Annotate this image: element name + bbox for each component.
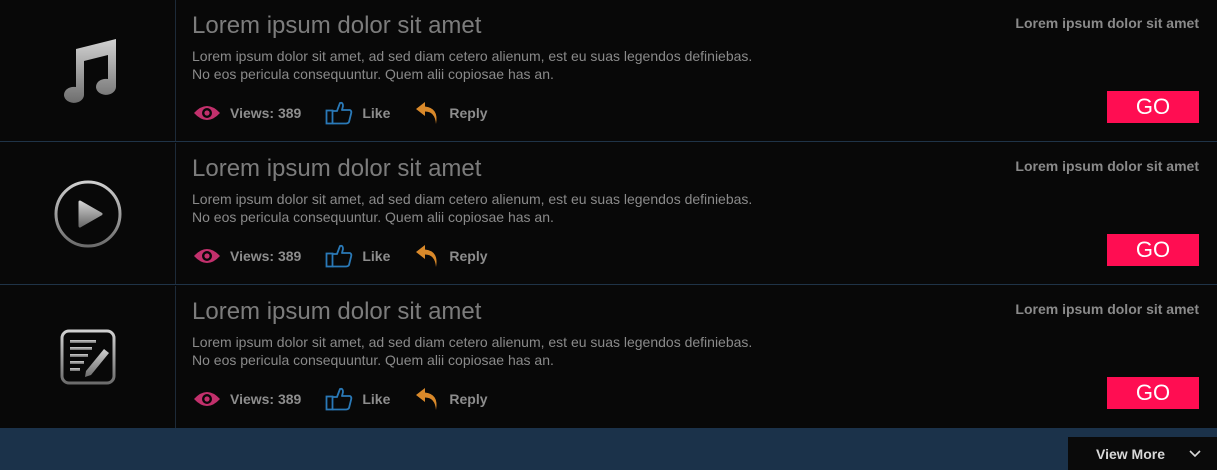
item-meta: Lorem ipsum dolor sit amet — [1015, 158, 1199, 174]
go-button[interactable]: GO — [1107, 377, 1199, 409]
item-actions: Views: 389 Like Reply — [193, 243, 512, 269]
description-line: No eos pericula consequuntur. Quem alii … — [192, 66, 554, 82]
play-circle-icon — [54, 180, 121, 247]
views-counter: Views: 389 — [193, 104, 301, 122]
list-item: Lorem ipsum dolor sit amet Lorem ipsum d… — [0, 0, 1217, 142]
view-more-button[interactable]: View More — [1068, 437, 1217, 470]
item-actions: Views: 389 Like Reply — [193, 100, 512, 126]
reply-icon — [416, 245, 437, 267]
description-line: Lorem ipsum dolor sit amet, ad sed diam … — [192, 48, 753, 64]
item-thumbnail[interactable] — [0, 0, 176, 141]
chevron-down-icon — [1189, 450, 1201, 458]
reply-button[interactable]: Reply — [414, 243, 488, 269]
views-counter: Views: 389 — [193, 247, 301, 265]
item-description: Lorem ipsum dolor sit amet, ad sed diam … — [192, 47, 892, 83]
edit-note-icon — [60, 329, 115, 385]
reply-button[interactable]: Reply — [414, 100, 488, 126]
views-label: Views: 389 — [230, 105, 302, 121]
reply-label: Reply — [449, 248, 488, 264]
thumbs-up-icon — [325, 387, 353, 411]
reply-icon — [416, 102, 437, 124]
eye-icon — [194, 106, 220, 120]
item-title[interactable]: Lorem ipsum dolor sit amet — [192, 298, 481, 326]
list-item: Lorem ipsum dolor sit amet Lorem ipsum d… — [0, 143, 1217, 285]
item-description: Lorem ipsum dolor sit amet, ad sed diam … — [192, 333, 892, 369]
feed-list: Lorem ipsum dolor sit amet Lorem ipsum d… — [0, 0, 1217, 428]
like-label: Like — [362, 248, 391, 264]
views-counter: Views: 389 — [193, 390, 301, 408]
like-button[interactable]: Like — [325, 101, 390, 125]
like-label: Like — [362, 105, 391, 121]
item-title[interactable]: Lorem ipsum dolor sit amet — [192, 155, 481, 183]
item-thumbnail[interactable] — [0, 143, 176, 284]
item-thumbnail[interactable] — [0, 286, 176, 428]
reply-icon — [416, 388, 437, 410]
reply-label: Reply — [449, 391, 488, 407]
item-meta: Lorem ipsum dolor sit amet — [1015, 15, 1199, 31]
list-item: Lorem ipsum dolor sit amet Lorem ipsum d… — [0, 286, 1217, 428]
item-actions: Views: 389 Like Reply — [193, 386, 512, 412]
views-label: Views: 389 — [230, 248, 302, 264]
description-line: Lorem ipsum dolor sit amet, ad sed diam … — [192, 191, 753, 207]
like-button[interactable]: Like — [325, 387, 390, 411]
reply-button[interactable]: Reply — [414, 386, 488, 412]
go-button[interactable]: GO — [1107, 234, 1199, 266]
item-description: Lorem ipsum dolor sit amet, ad sed diam … — [192, 190, 892, 226]
thumbs-up-icon — [325, 244, 353, 268]
view-more-label: View More — [1096, 445, 1165, 462]
like-label: Like — [362, 391, 391, 407]
thumbs-up-icon — [325, 101, 353, 125]
eye-icon — [194, 249, 220, 263]
music-note-icon — [63, 38, 116, 103]
eye-icon — [194, 392, 220, 406]
item-title[interactable]: Lorem ipsum dolor sit amet — [192, 12, 481, 40]
item-meta: Lorem ipsum dolor sit amet — [1015, 301, 1199, 317]
description-line: Lorem ipsum dolor sit amet, ad sed diam … — [192, 334, 753, 350]
go-button[interactable]: GO — [1107, 91, 1199, 123]
views-label: Views: 389 — [230, 391, 302, 407]
reply-label: Reply — [449, 105, 488, 121]
description-line: No eos pericula consequuntur. Quem alii … — [192, 209, 554, 225]
description-line: No eos pericula consequuntur. Quem alii … — [192, 352, 554, 368]
like-button[interactable]: Like — [325, 244, 390, 268]
